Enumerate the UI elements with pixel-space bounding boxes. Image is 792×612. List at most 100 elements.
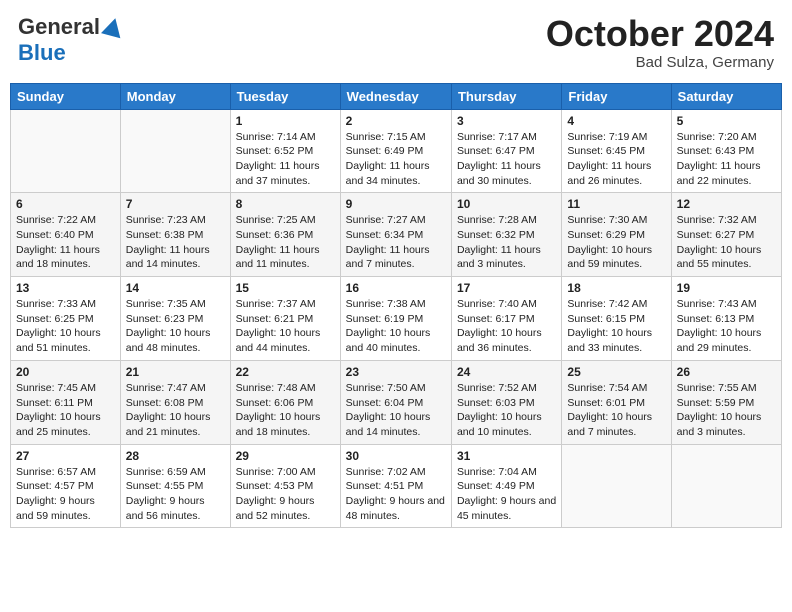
calendar-cell: 31 Sunrise: 7:04 AM Sunset: 4:49 PM Dayli…	[451, 444, 561, 528]
day-info: Sunrise: 7:20 AM Sunset: 6:43 PM Dayligh…	[677, 130, 776, 189]
calendar-week-3: 13Sunrise: 7:33 AM Sunset: 6:25 PM Dayli…	[11, 277, 782, 361]
day-info: Sunrise: 7:32 AM Sunset: 6:27 PM Dayligh…	[677, 213, 776, 272]
day-number: 21	[126, 365, 225, 379]
calendar-cell: 13Sunrise: 7:33 AM Sunset: 6:25 PM Dayli…	[11, 277, 121, 361]
calendar-cell: 8Sunrise: 7:25 AM Sunset: 6:36 PM Daylig…	[230, 193, 340, 277]
day-info: Sunrise: 6:59 AM Sunset: 4:55 PM Dayligh…	[126, 465, 225, 524]
calendar-cell: 15 Sunrise: 7:37 AM Sunset: 6:21 PM Dayli…	[230, 277, 340, 361]
calendar-cell: 30 Sunrise: 7:02 AM Sunset: 4:51 PM Dayli…	[340, 444, 451, 528]
day-number: 2	[346, 114, 446, 128]
calendar-cell: 1Sunrise: 7:14 AM Sunset: 6:52 PM Daylig…	[230, 109, 340, 193]
day-number: 27	[16, 449, 115, 463]
day-info: Sunrise: 7:55 AM Sunset: 5:59 PM Dayligh…	[677, 381, 776, 440]
day-info: Sunrise: 7:19 AM Sunset: 6:45 PM Dayligh…	[567, 130, 665, 189]
day-info: Sunrise: 7:33 AM Sunset: 6:25 PM Dayligh…	[16, 297, 115, 356]
calendar-cell: 2 Sunrise: 7:15 AM Sunset: 6:49 PM Daylig…	[340, 109, 451, 193]
day-info: Sunrise: 7:27 AM Sunset: 6:34 PM Dayligh…	[346, 213, 446, 272]
day-info: Sunrise: 7:48 AM Sunset: 6:06 PM Dayligh…	[236, 381, 335, 440]
day-info: Sunrise: 7:04 AM Sunset: 4:49 PM Dayligh…	[457, 465, 556, 524]
day-number: 11	[567, 197, 665, 211]
day-number: 14	[126, 281, 225, 295]
title-block: October 2024 Bad Sulza, Germany	[546, 14, 774, 71]
calendar-cell: 17 Sunrise: 7:40 AM Sunset: 6:17 PM Dayli…	[451, 277, 561, 361]
weekday-header-monday: Monday	[120, 83, 230, 109]
calendar-cell: 7 Sunrise: 7:23 AM Sunset: 6:38 PM Daylig…	[120, 193, 230, 277]
calendar-week-4: 20 Sunrise: 7:45 AM Sunset: 6:11 PM Dayli…	[11, 360, 782, 444]
calendar-cell: 28 Sunrise: 6:59 AM Sunset: 4:55 PM Dayli…	[120, 444, 230, 528]
day-info: Sunrise: 7:25 AM Sunset: 6:36 PM Dayligh…	[236, 213, 335, 272]
day-number: 15	[236, 281, 335, 295]
day-info: Sunrise: 7:40 AM Sunset: 6:17 PM Dayligh…	[457, 297, 556, 356]
day-number: 28	[126, 449, 225, 463]
day-info: Sunrise: 7:17 AM Sunset: 6:47 PM Dayligh…	[457, 130, 556, 189]
day-number: 17	[457, 281, 556, 295]
day-number: 26	[677, 365, 776, 379]
day-info: Sunrise: 6:57 AM Sunset: 4:57 PM Dayligh…	[16, 465, 115, 524]
calendar-cell: 4 Sunrise: 7:19 AM Sunset: 6:45 PM Daylig…	[562, 109, 671, 193]
day-info: Sunrise: 7:15 AM Sunset: 6:49 PM Dayligh…	[346, 130, 446, 189]
weekday-header-thursday: Thursday	[451, 83, 561, 109]
calendar-cell: 5 Sunrise: 7:20 AM Sunset: 6:43 PM Daylig…	[671, 109, 781, 193]
day-number: 19	[677, 281, 776, 295]
day-number: 9	[346, 197, 446, 211]
day-info: Sunrise: 7:22 AM Sunset: 6:40 PM Dayligh…	[16, 213, 115, 272]
logo: General Blue	[18, 14, 123, 66]
calendar-cell: 14 Sunrise: 7:35 AM Sunset: 6:23 PM Dayli…	[120, 277, 230, 361]
calendar-week-1: 1Sunrise: 7:14 AM Sunset: 6:52 PM Daylig…	[11, 109, 782, 193]
day-info: Sunrise: 7:42 AM Sunset: 6:15 PM Dayligh…	[567, 297, 665, 356]
calendar-cell: 24Sunrise: 7:52 AM Sunset: 6:03 PM Dayli…	[451, 360, 561, 444]
day-number: 12	[677, 197, 776, 211]
day-number: 30	[346, 449, 446, 463]
day-info: Sunrise: 7:02 AM Sunset: 4:51 PM Dayligh…	[346, 465, 446, 524]
calendar-cell: 26 Sunrise: 7:55 AM Sunset: 5:59 PM Dayli…	[671, 360, 781, 444]
day-number: 23	[346, 365, 446, 379]
calendar-cell: 19 Sunrise: 7:43 AM Sunset: 6:13 PM Dayli…	[671, 277, 781, 361]
calendar-cell: 18 Sunrise: 7:42 AM Sunset: 6:15 PM Dayli…	[562, 277, 671, 361]
day-number: 10	[457, 197, 556, 211]
day-info: Sunrise: 7:50 AM Sunset: 6:04 PM Dayligh…	[346, 381, 446, 440]
calendar-cell	[562, 444, 671, 528]
day-number: 25	[567, 365, 665, 379]
calendar-week-2: 6 Sunrise: 7:22 AM Sunset: 6:40 PM Daylig…	[11, 193, 782, 277]
location: Bad Sulza, Germany	[546, 54, 774, 71]
day-info: Sunrise: 7:52 AM Sunset: 6:03 PM Dayligh…	[457, 381, 556, 440]
calendar-cell: 21 Sunrise: 7:47 AM Sunset: 6:08 PM Dayli…	[120, 360, 230, 444]
page-header: General Blue October 2024 Bad Sulza, Ger…	[10, 10, 782, 75]
day-info: Sunrise: 7:37 AM Sunset: 6:21 PM Dayligh…	[236, 297, 335, 356]
day-info: Sunrise: 7:35 AM Sunset: 6:23 PM Dayligh…	[126, 297, 225, 356]
day-info: Sunrise: 7:00 AM Sunset: 4:53 PM Dayligh…	[236, 465, 335, 524]
day-number: 5	[677, 114, 776, 128]
calendar-cell: 6 Sunrise: 7:22 AM Sunset: 6:40 PM Daylig…	[11, 193, 121, 277]
day-number: 6	[16, 197, 115, 211]
day-number: 18	[567, 281, 665, 295]
day-number: 29	[236, 449, 335, 463]
day-info: Sunrise: 7:47 AM Sunset: 6:08 PM Dayligh…	[126, 381, 225, 440]
day-number: 7	[126, 197, 225, 211]
day-info: Sunrise: 7:28 AM Sunset: 6:32 PM Dayligh…	[457, 213, 556, 272]
day-info: Sunrise: 7:54 AM Sunset: 6:01 PM Dayligh…	[567, 381, 665, 440]
day-info: Sunrise: 7:38 AM Sunset: 6:19 PM Dayligh…	[346, 297, 446, 356]
calendar-cell: 22Sunrise: 7:48 AM Sunset: 6:06 PM Dayli…	[230, 360, 340, 444]
calendar-cell: 11Sunrise: 7:30 AM Sunset: 6:29 PM Dayli…	[562, 193, 671, 277]
calendar-cell: 10 Sunrise: 7:28 AM Sunset: 6:32 PM Dayli…	[451, 193, 561, 277]
weekday-header-friday: Friday	[562, 83, 671, 109]
calendar-cell: 12 Sunrise: 7:32 AM Sunset: 6:27 PM Dayli…	[671, 193, 781, 277]
day-number: 31	[457, 449, 556, 463]
logo-general: General	[18, 14, 100, 40]
weekday-header-saturday: Saturday	[671, 83, 781, 109]
day-info: Sunrise: 7:45 AM Sunset: 6:11 PM Dayligh…	[16, 381, 115, 440]
calendar-table: SundayMondayTuesdayWednesdayThursdayFrid…	[10, 83, 782, 529]
day-number: 4	[567, 114, 665, 128]
calendar-cell: 27 Sunrise: 6:57 AM Sunset: 4:57 PM Dayli…	[11, 444, 121, 528]
day-number: 1	[236, 114, 335, 128]
calendar-cell: 16 Sunrise: 7:38 AM Sunset: 6:19 PM Dayli…	[340, 277, 451, 361]
calendar-cell: 23 Sunrise: 7:50 AM Sunset: 6:04 PM Dayli…	[340, 360, 451, 444]
month-title: October 2024	[546, 14, 774, 54]
day-number: 3	[457, 114, 556, 128]
day-info: Sunrise: 7:23 AM Sunset: 6:38 PM Dayligh…	[126, 213, 225, 272]
calendar-cell: 9 Sunrise: 7:27 AM Sunset: 6:34 PM Daylig…	[340, 193, 451, 277]
day-number: 20	[16, 365, 115, 379]
day-number: 16	[346, 281, 446, 295]
day-info: Sunrise: 7:43 AM Sunset: 6:13 PM Dayligh…	[677, 297, 776, 356]
calendar-cell: 29 Sunrise: 7:00 AM Sunset: 4:53 PM Dayli…	[230, 444, 340, 528]
